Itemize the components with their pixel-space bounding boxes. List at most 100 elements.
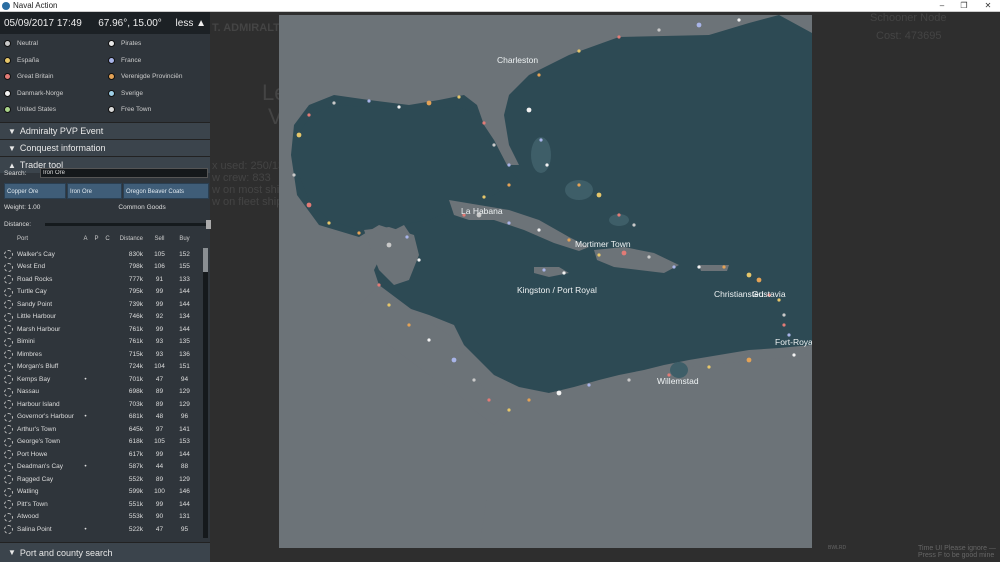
section-port-search[interactable]: ▼ Port and county search [0,542,210,562]
table-row[interactable]: Watling 599k 100 146 [0,486,202,499]
port-marker[interactable] [567,238,571,242]
port-marker[interactable] [627,378,631,382]
port-marker[interactable] [737,18,741,22]
port-marker[interactable] [357,231,361,235]
table-row[interactable]: Mayaguana525k106155 [0,536,202,538]
port-marker[interactable] [507,163,511,167]
section-admiralty[interactable]: ▼ Admiralty PVP Event [0,122,210,139]
distance-slider-handle[interactable] [206,219,212,229]
port-marker[interactable] [672,265,676,269]
port-marker[interactable] [621,250,627,256]
col-port[interactable]: Port [0,236,80,242]
port-marker[interactable] [507,183,511,187]
port-marker[interactable] [537,228,541,232]
table-row[interactable]: Nassau 698k 89 129 [0,386,202,399]
port-marker[interactable] [542,268,546,272]
port-marker[interactable] [792,353,796,357]
table-row[interactable]: Governor's Harbour • 681k 48 96 [0,411,202,424]
port-marker[interactable] [405,235,409,239]
col-buy[interactable]: Buy [172,236,197,242]
table-row[interactable]: West End 798k 106 155 [0,261,202,274]
port-marker[interactable] [545,163,549,167]
port-marker[interactable] [577,183,581,187]
port-marker[interactable] [482,195,486,199]
table-row[interactable]: Mimbres 715k 93 136 [0,348,202,361]
port-marker[interactable] [746,357,752,363]
col-c[interactable]: C [102,236,113,242]
port-marker[interactable] [596,192,602,198]
port-marker[interactable] [482,121,486,125]
table-row[interactable]: Harbour Island 703k 89 129 [0,398,202,411]
port-marker[interactable] [617,35,621,39]
minimize-button[interactable]: – [932,0,952,12]
maximize-button[interactable]: ❐ [954,0,974,12]
caribbean-map[interactable]: Charleston La Habana Mortimer Town Kings… [279,15,812,548]
table-row[interactable]: Kemps Bay • 701k 47 94 [0,373,202,386]
table-row[interactable]: Little Harbour 746k 92 134 [0,311,202,324]
port-marker[interactable] [756,277,762,283]
port-marker[interactable] [407,323,411,327]
table-row[interactable]: Bimini 761k 93 135 [0,336,202,349]
table-row[interactable]: Arthur's Town 645k 97 141 [0,423,202,436]
port-marker[interactable] [397,105,401,109]
port-marker[interactable] [647,255,651,259]
col-sell[interactable]: Sell [147,236,172,242]
table-row[interactable]: Sandy Point 739k 99 144 [0,298,202,311]
port-marker[interactable] [492,143,496,147]
table-scrollbar[interactable] [203,248,208,538]
port-marker[interactable] [327,221,331,225]
port-marker[interactable] [306,202,312,208]
close-button[interactable]: ✕ [978,0,998,12]
port-marker[interactable] [487,398,491,402]
port-marker[interactable] [722,265,726,269]
section-conquest[interactable]: ▼ Conquest information [0,139,210,156]
port-marker[interactable] [426,100,432,106]
table-row[interactable]: Marsh Harbour 761k 99 144 [0,323,202,336]
port-marker[interactable] [367,99,371,103]
port-marker[interactable] [417,258,421,262]
col-p[interactable]: P [91,236,102,242]
port-marker[interactable] [539,138,543,142]
port-marker[interactable] [597,253,601,257]
port-marker[interactable] [562,271,566,275]
port-marker[interactable] [746,272,752,278]
port-marker[interactable] [332,101,336,105]
table-row[interactable]: Walker's Cay 830k 105 152 [0,248,202,261]
port-marker[interactable] [377,283,381,287]
port-marker[interactable] [782,313,786,317]
port-marker[interactable] [696,22,702,28]
port-marker[interactable] [617,213,621,217]
goods-search-input[interactable] [40,168,208,178]
table-row[interactable]: Atwood 553k 90 131 [0,511,202,524]
table-row[interactable]: Morgan's Bluff 724k 104 151 [0,361,202,374]
port-marker[interactable] [657,28,661,32]
port-marker[interactable] [451,357,457,363]
chip-oregon-beaver-coats[interactable]: Oregon Beaver Coats [123,183,209,199]
port-marker[interactable] [307,113,311,117]
col-distance[interactable]: Distance [113,236,147,242]
port-marker[interactable] [457,95,461,99]
table-row[interactable]: Port Howe 617k 99 144 [0,448,202,461]
table-row[interactable]: Pitt's Town 551k 99 144 [0,498,202,511]
port-marker[interactable] [507,221,511,225]
port-marker[interactable] [697,265,701,269]
table-row[interactable]: Road Rocks 777k 91 133 [0,273,202,286]
port-marker[interactable] [782,323,786,327]
distance-slider[interactable] [45,219,212,229]
table-row[interactable]: Ragged Cay 552k 89 129 [0,473,202,486]
port-marker[interactable] [587,383,591,387]
chip-copper-ore[interactable]: Copper Ore [4,183,66,199]
col-a[interactable]: A [80,236,91,242]
table-row[interactable]: Turtle Cay 795k 99 144 [0,286,202,299]
port-marker[interactable] [707,365,711,369]
port-marker[interactable] [632,223,636,227]
less-toggle[interactable]: less ▲ [166,18,206,29]
port-marker[interactable] [527,398,531,402]
table-row[interactable]: George's Town 618k 105 153 [0,436,202,449]
port-marker[interactable] [537,73,541,77]
port-marker[interactable] [577,49,581,53]
table-row[interactable]: Deadman's Cay • 587k 44 88 [0,461,202,474]
port-marker[interactable] [556,390,562,396]
port-marker[interactable] [507,408,511,412]
port-marker[interactable] [387,303,391,307]
